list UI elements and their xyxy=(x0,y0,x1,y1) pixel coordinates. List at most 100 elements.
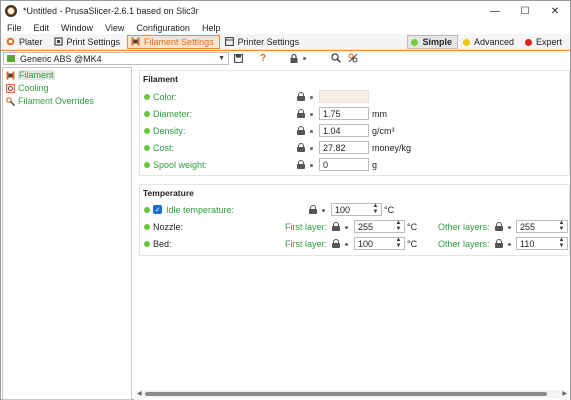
maximize-button[interactable]: ☐ xyxy=(510,1,540,21)
mode-selector: Simple Advanced Expert xyxy=(406,35,568,49)
preset-select[interactable]: Generic ABS @MK4 ▼ xyxy=(3,52,229,65)
chevron-down-icon: ▼ xyxy=(218,55,225,62)
nozzle-row: Nozzle: xyxy=(144,220,183,233)
save-preset-icon[interactable] xyxy=(233,52,243,64)
bullet-icon[interactable] xyxy=(508,226,511,229)
lock-icon[interactable] xyxy=(495,222,503,231)
color-row: Color: xyxy=(144,90,177,103)
bed-first-layer-unit: °C xyxy=(407,239,418,249)
diameter-label: Diameter: xyxy=(153,108,193,119)
bed-row: Bed: xyxy=(144,237,172,250)
menu-edit[interactable]: Edit xyxy=(28,23,56,33)
lock-icon[interactable] xyxy=(297,160,305,169)
bullet-icon[interactable] xyxy=(310,164,313,167)
bullet-icon[interactable] xyxy=(508,243,511,246)
color-swatch-picker[interactable] xyxy=(319,90,369,103)
bullet-icon[interactable] xyxy=(322,209,325,212)
menu-file[interactable]: File xyxy=(1,23,28,33)
mode-expert-button[interactable]: Expert xyxy=(521,35,568,49)
lock-icon[interactable] xyxy=(297,143,305,152)
bed-other-layers-value: 110 xyxy=(520,238,535,249)
lock-icon[interactable] xyxy=(309,205,317,214)
window-title: *Untitled - PrusaSlicer-2.6.1 based on S… xyxy=(23,6,199,16)
nozzle-other-layers-input[interactable]: 255 ▲ ▼ xyxy=(516,220,568,233)
density-row: Density: xyxy=(144,124,186,137)
nozzle-other-layers-label: Other layers: xyxy=(438,222,490,232)
bullet-icon[interactable] xyxy=(310,96,313,99)
tab-print-settings[interactable]: Print Settings xyxy=(50,35,127,49)
minimize-button[interactable]: — xyxy=(480,1,510,21)
spin-arrows-icon[interactable]: ▲ ▼ xyxy=(557,220,566,232)
bed-other-layers-label: Other layers: xyxy=(438,239,490,249)
spool-weight-input[interactable]: 0 xyxy=(319,158,369,171)
tab-plater[interactable]: Plater xyxy=(2,35,49,49)
tab-filament-settings[interactable]: Filament Settings xyxy=(127,34,220,49)
scroll-right-icon[interactable]: ▶ xyxy=(562,390,567,397)
help-question-icon[interactable]: ? xyxy=(258,52,268,64)
nozzle-first-layer-input[interactable]: 255 ▲ ▼ xyxy=(354,220,405,233)
mode-advanced-label: Advanced xyxy=(473,37,514,47)
idle-temperature-input[interactable]: 100 ▲ ▼ xyxy=(331,203,382,216)
bed-other-layers-input[interactable]: 110 ▲ ▼ xyxy=(516,237,568,250)
density-unit: g/cm³ xyxy=(372,126,395,136)
spin-arrows-icon[interactable]: ▲ ▼ xyxy=(394,237,403,249)
spin-arrows-icon[interactable]: ▲ ▼ xyxy=(371,203,380,215)
bullet-icon[interactable] xyxy=(310,130,313,133)
cost-input[interactable]: 27.82 xyxy=(319,141,369,154)
lock-legend-icon[interactable] xyxy=(289,52,299,64)
tree-item-cooling[interactable]: Cooling xyxy=(3,82,131,94)
lock-icon[interactable] xyxy=(297,92,305,101)
lock-icon[interactable] xyxy=(297,109,305,118)
simple-dot-icon xyxy=(411,38,419,46)
simple-mode-dot-icon xyxy=(144,127,150,134)
tree-item-label: Filament xyxy=(18,70,55,80)
scroll-left-icon[interactable]: ◀ xyxy=(137,390,142,397)
diameter-input[interactable]: 1.75 xyxy=(319,107,369,120)
fan-icon xyxy=(6,83,15,93)
horizontal-scrollbar[interactable]: ◀ ▶ xyxy=(135,390,569,398)
expert-dot-icon xyxy=(524,38,532,46)
tree-item-label: Cooling xyxy=(18,83,49,93)
density-label: Density: xyxy=(153,125,186,136)
menu-window[interactable]: Window xyxy=(55,23,99,33)
lock-icon[interactable] xyxy=(332,239,340,248)
tab-printer-settings-label: Printer Settings xyxy=(237,36,300,47)
lock-icon[interactable] xyxy=(297,126,305,135)
tab-filament-settings-label: Filament Settings xyxy=(144,36,214,47)
menu-configuration[interactable]: Configuration xyxy=(130,23,196,33)
close-button[interactable]: ✕ xyxy=(540,1,570,21)
compare-presets-icon[interactable] xyxy=(347,52,358,64)
window-controls: — ☐ ✕ xyxy=(480,1,570,21)
idle-temperature-label: Idle temperature: xyxy=(166,204,235,215)
tab-printer-settings[interactable]: Printer Settings xyxy=(221,35,306,49)
temperature-section-title: Temperature xyxy=(143,188,194,198)
diameter-unit: mm xyxy=(372,109,387,119)
mode-advanced-button[interactable]: Advanced xyxy=(459,35,520,49)
search-icon[interactable] xyxy=(330,52,341,64)
tab-print-settings-label: Print Settings xyxy=(66,36,121,47)
density-input[interactable]: 1.04 xyxy=(319,124,369,137)
spool-weight-label: Spool weight: xyxy=(153,159,208,170)
printer-icon xyxy=(224,37,234,46)
bullet-icon[interactable] xyxy=(310,147,313,150)
mode-simple-button[interactable]: Simple xyxy=(407,35,458,49)
spin-arrows-icon[interactable]: ▲ ▼ xyxy=(394,220,403,232)
spool-icon xyxy=(131,37,140,46)
bed-first-layer-input[interactable]: 100 ▲ ▼ xyxy=(354,237,405,250)
bullet-icon[interactable] xyxy=(310,113,313,116)
lock-icon[interactable] xyxy=(332,222,340,231)
idle-temperature-checkbox[interactable]: ✓ xyxy=(153,205,162,214)
spin-arrows-icon[interactable]: ▲ ▼ xyxy=(557,237,566,249)
scrollbar-thumb[interactable] xyxy=(145,392,547,396)
bullet-icon[interactable] xyxy=(345,226,348,229)
idle-temperature-value: 100 xyxy=(335,204,351,215)
tree-item-filament[interactable]: Filament xyxy=(3,69,131,81)
menu-view[interactable]: View xyxy=(99,23,130,33)
settings-panel: Filament Color: Diameter: 1.75 mm Densit… xyxy=(134,67,570,400)
menu-help[interactable]: Help xyxy=(196,23,227,33)
idle-temperature-unit: °C xyxy=(384,205,395,215)
tree-item-filament-overrides[interactable]: Filament Overrides xyxy=(3,95,131,107)
filament-section-title: Filament xyxy=(143,74,178,84)
lock-icon[interactable] xyxy=(495,239,503,248)
bullet-icon[interactable] xyxy=(345,243,348,246)
